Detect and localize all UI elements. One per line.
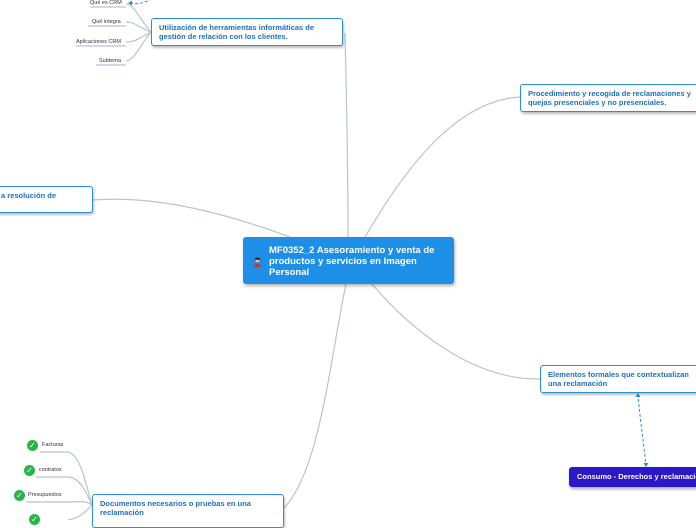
doc-leaf-2[interactable]: contratos xyxy=(39,467,62,473)
central-topic-title: MF0352_2 Asesoramiento y venta de produc… xyxy=(269,245,435,278)
crm-leaf-1[interactable]: Qué es CRM xyxy=(90,0,122,6)
person-avatar-icon xyxy=(252,256,263,270)
topic-crm[interactable]: Utilización de herramientas informáticas… xyxy=(151,18,343,46)
topic-formal[interactable]: Elementos formales que contextualizan un… xyxy=(540,365,696,393)
check-icon: ✓ xyxy=(14,490,25,501)
check-icon: ✓ xyxy=(24,465,35,476)
link-documents xyxy=(283,283,347,509)
relation-top xyxy=(129,0,151,5)
topic-consumer-label: Consumo - Derechos y reclamaciones xyxy=(577,472,696,481)
link-complaints xyxy=(364,96,521,238)
relation-formal-consumer xyxy=(637,393,647,467)
doc-leaf-1[interactable]: Facturas xyxy=(42,442,63,448)
topic-formal-label: Elementos formales que contextualizan un… xyxy=(548,370,689,388)
doc-leaf-3[interactable]: Presupuestos xyxy=(28,492,62,498)
topic-complaints[interactable]: Procedimiento y recogida de reclamacione… xyxy=(520,84,696,112)
topic-resolution-label: a resolución de xyxy=(1,191,57,200)
link-resolution xyxy=(92,198,291,238)
topic-resolution[interactable]: a resolución de xyxy=(0,186,93,213)
topic-crm-label: Utilización de herramientas informáticas… xyxy=(159,23,315,41)
crm-leaf-4[interactable]: Subtema xyxy=(99,58,121,64)
link-crm xyxy=(344,32,349,241)
topic-consumer[interactable]: Consumo - Derechos y reclamaciones xyxy=(569,467,696,487)
check-icon: ✓ xyxy=(27,440,38,451)
topic-complaints-label: Procedimiento y recogida de reclamacione… xyxy=(528,89,691,107)
topic-documents-label: Documentos necesarios o pruebas en una r… xyxy=(100,499,251,517)
crm-leaf-2[interactable]: Qué integra xyxy=(92,19,121,25)
topic-documents[interactable]: Documentos necesarios o pruebas en una r… xyxy=(92,494,284,528)
link-formal xyxy=(371,283,541,380)
crm-leaf-3[interactable]: Aplicaciones CRM xyxy=(76,39,121,45)
central-topic[interactable]: MF0352_2 Asesoramiento y venta de produc… xyxy=(243,237,454,284)
